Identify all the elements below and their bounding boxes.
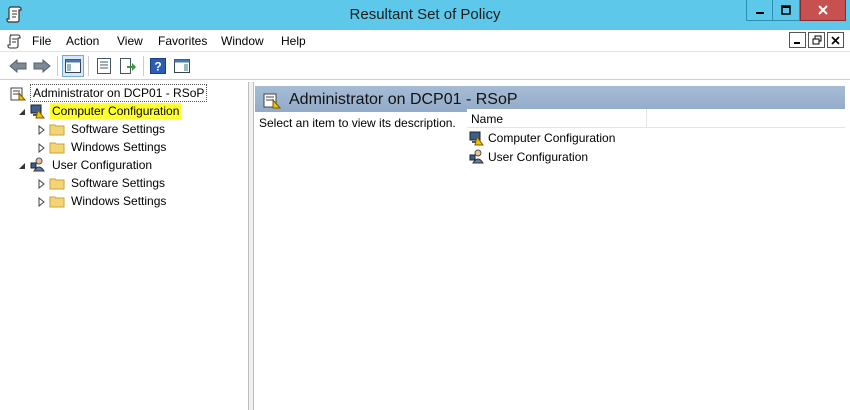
child-restore-button[interactable] bbox=[808, 32, 825, 48]
back-arrow-icon bbox=[9, 59, 27, 73]
menu-action[interactable]: Action bbox=[66, 34, 99, 48]
export-list-icon bbox=[120, 58, 136, 74]
expand-arrow-icon[interactable] bbox=[36, 179, 46, 189]
show-hide-action-pane-icon bbox=[174, 59, 190, 73]
menu-window[interactable]: Window bbox=[221, 34, 264, 48]
tree-item-label: Windows Settings bbox=[71, 140, 167, 154]
maximize-button[interactable] bbox=[773, 0, 800, 21]
menu-bar: File Action View Favorites Window Help bbox=[0, 30, 850, 52]
list-item-label: User Configuration bbox=[488, 150, 589, 164]
title-bar[interactable]: Resultant Set of Policy bbox=[0, 0, 850, 30]
collapse-arrow-icon[interactable] bbox=[17, 107, 27, 117]
rsop-policy-icon bbox=[10, 87, 26, 101]
child-minimize-button[interactable] bbox=[789, 32, 806, 48]
expand-arrow-icon[interactable] bbox=[36, 125, 46, 135]
tree-root-label: Administrator on DCP01 - RSoP bbox=[30, 84, 208, 102]
close-icon bbox=[818, 5, 828, 15]
menu-help[interactable]: Help bbox=[281, 34, 306, 48]
menu-view[interactable]: View bbox=[117, 34, 143, 48]
tree-item-root[interactable]: Administrator on DCP01 - RSoP bbox=[10, 84, 208, 102]
tree-item-user-software-settings[interactable]: Software Settings bbox=[49, 174, 167, 192]
tree-item-label: Software Settings bbox=[71, 122, 166, 136]
list-item-user-configuration[interactable]: User Configuration bbox=[469, 148, 588, 166]
help-icon: ? bbox=[150, 58, 166, 74]
column-header-name[interactable]: Name bbox=[467, 109, 647, 128]
tree-item-label: Windows Settings bbox=[71, 194, 167, 208]
properties-button[interactable] bbox=[93, 55, 115, 77]
window-title: Resultant Set of Policy bbox=[349, 6, 501, 23]
close-button[interactable] bbox=[800, 0, 846, 21]
tree-item-user-configuration[interactable]: User Configuration bbox=[30, 156, 154, 174]
list-item-label: Computer Configuration bbox=[488, 131, 616, 145]
folder-icon bbox=[49, 142, 65, 154]
child-close-button[interactable] bbox=[827, 32, 844, 48]
console-tree: Administrator on DCP01 - RSoP Computer C… bbox=[0, 82, 249, 410]
tree-item-user-windows-settings[interactable]: Windows Settings bbox=[49, 192, 168, 210]
computer-configuration-icon bbox=[469, 131, 484, 146]
user-configuration-icon bbox=[469, 149, 484, 164]
system-menu-icon[interactable] bbox=[7, 33, 23, 49]
minimize-button[interactable] bbox=[746, 0, 773, 21]
help-button[interactable]: ? bbox=[147, 55, 169, 77]
toolbar-separator bbox=[88, 56, 89, 76]
tree-item-computer-windows-settings[interactable]: Windows Settings bbox=[49, 138, 168, 156]
expand-arrow-icon[interactable] bbox=[36, 197, 46, 207]
list-item-computer-configuration[interactable]: Computer Configuration bbox=[469, 129, 615, 147]
minimize-icon bbox=[755, 12, 764, 14]
show-hide-console-tree-button[interactable] bbox=[62, 55, 84, 77]
folder-icon bbox=[49, 124, 65, 136]
toolbar-separator bbox=[57, 56, 58, 76]
svg-text:?: ? bbox=[154, 60, 161, 74]
menu-file[interactable]: File bbox=[32, 34, 51, 48]
restore-icon bbox=[812, 35, 821, 45]
close-icon bbox=[831, 35, 840, 45]
tree-item-label: Software Settings bbox=[71, 176, 166, 190]
collapse-arrow-icon[interactable] bbox=[17, 161, 27, 171]
expand-arrow-icon[interactable] bbox=[36, 143, 46, 153]
folder-icon bbox=[49, 178, 65, 190]
pane-splitter[interactable] bbox=[249, 82, 254, 410]
rsop-policy-icon bbox=[263, 93, 281, 109]
tree-item-computer-configuration[interactable]: Computer Configuration bbox=[30, 102, 182, 120]
list-column-header: Name bbox=[467, 109, 845, 128]
export-list-button[interactable] bbox=[117, 55, 139, 77]
tree-item-computer-software-settings[interactable]: Software Settings bbox=[49, 120, 167, 138]
forward-button[interactable] bbox=[31, 55, 53, 77]
forward-arrow-icon bbox=[33, 59, 51, 73]
show-hide-action-pane-button[interactable] bbox=[171, 55, 193, 77]
description-text: Select an item to view its description. bbox=[259, 116, 456, 130]
details-pane: Administrator on DCP01 - RSoP Select an … bbox=[255, 82, 850, 410]
folder-icon bbox=[49, 196, 65, 208]
menu-favorites[interactable]: Favorites bbox=[158, 34, 207, 48]
maximize-icon bbox=[781, 5, 791, 15]
toolbar-separator bbox=[143, 56, 144, 76]
user-configuration-icon bbox=[30, 157, 45, 172]
show-hide-console-tree-icon bbox=[65, 59, 81, 73]
tree-computer-configuration-label: Computer Configuration bbox=[50, 103, 182, 119]
properties-icon bbox=[97, 58, 111, 74]
minimize-icon bbox=[794, 41, 800, 44]
back-button[interactable] bbox=[7, 55, 29, 77]
computer-configuration-icon bbox=[30, 104, 45, 119]
tree-user-configuration-label: User Configuration bbox=[52, 158, 153, 172]
toolbar: ? bbox=[0, 52, 850, 80]
details-header-title: Administrator on DCP01 - RSoP bbox=[289, 91, 518, 108]
